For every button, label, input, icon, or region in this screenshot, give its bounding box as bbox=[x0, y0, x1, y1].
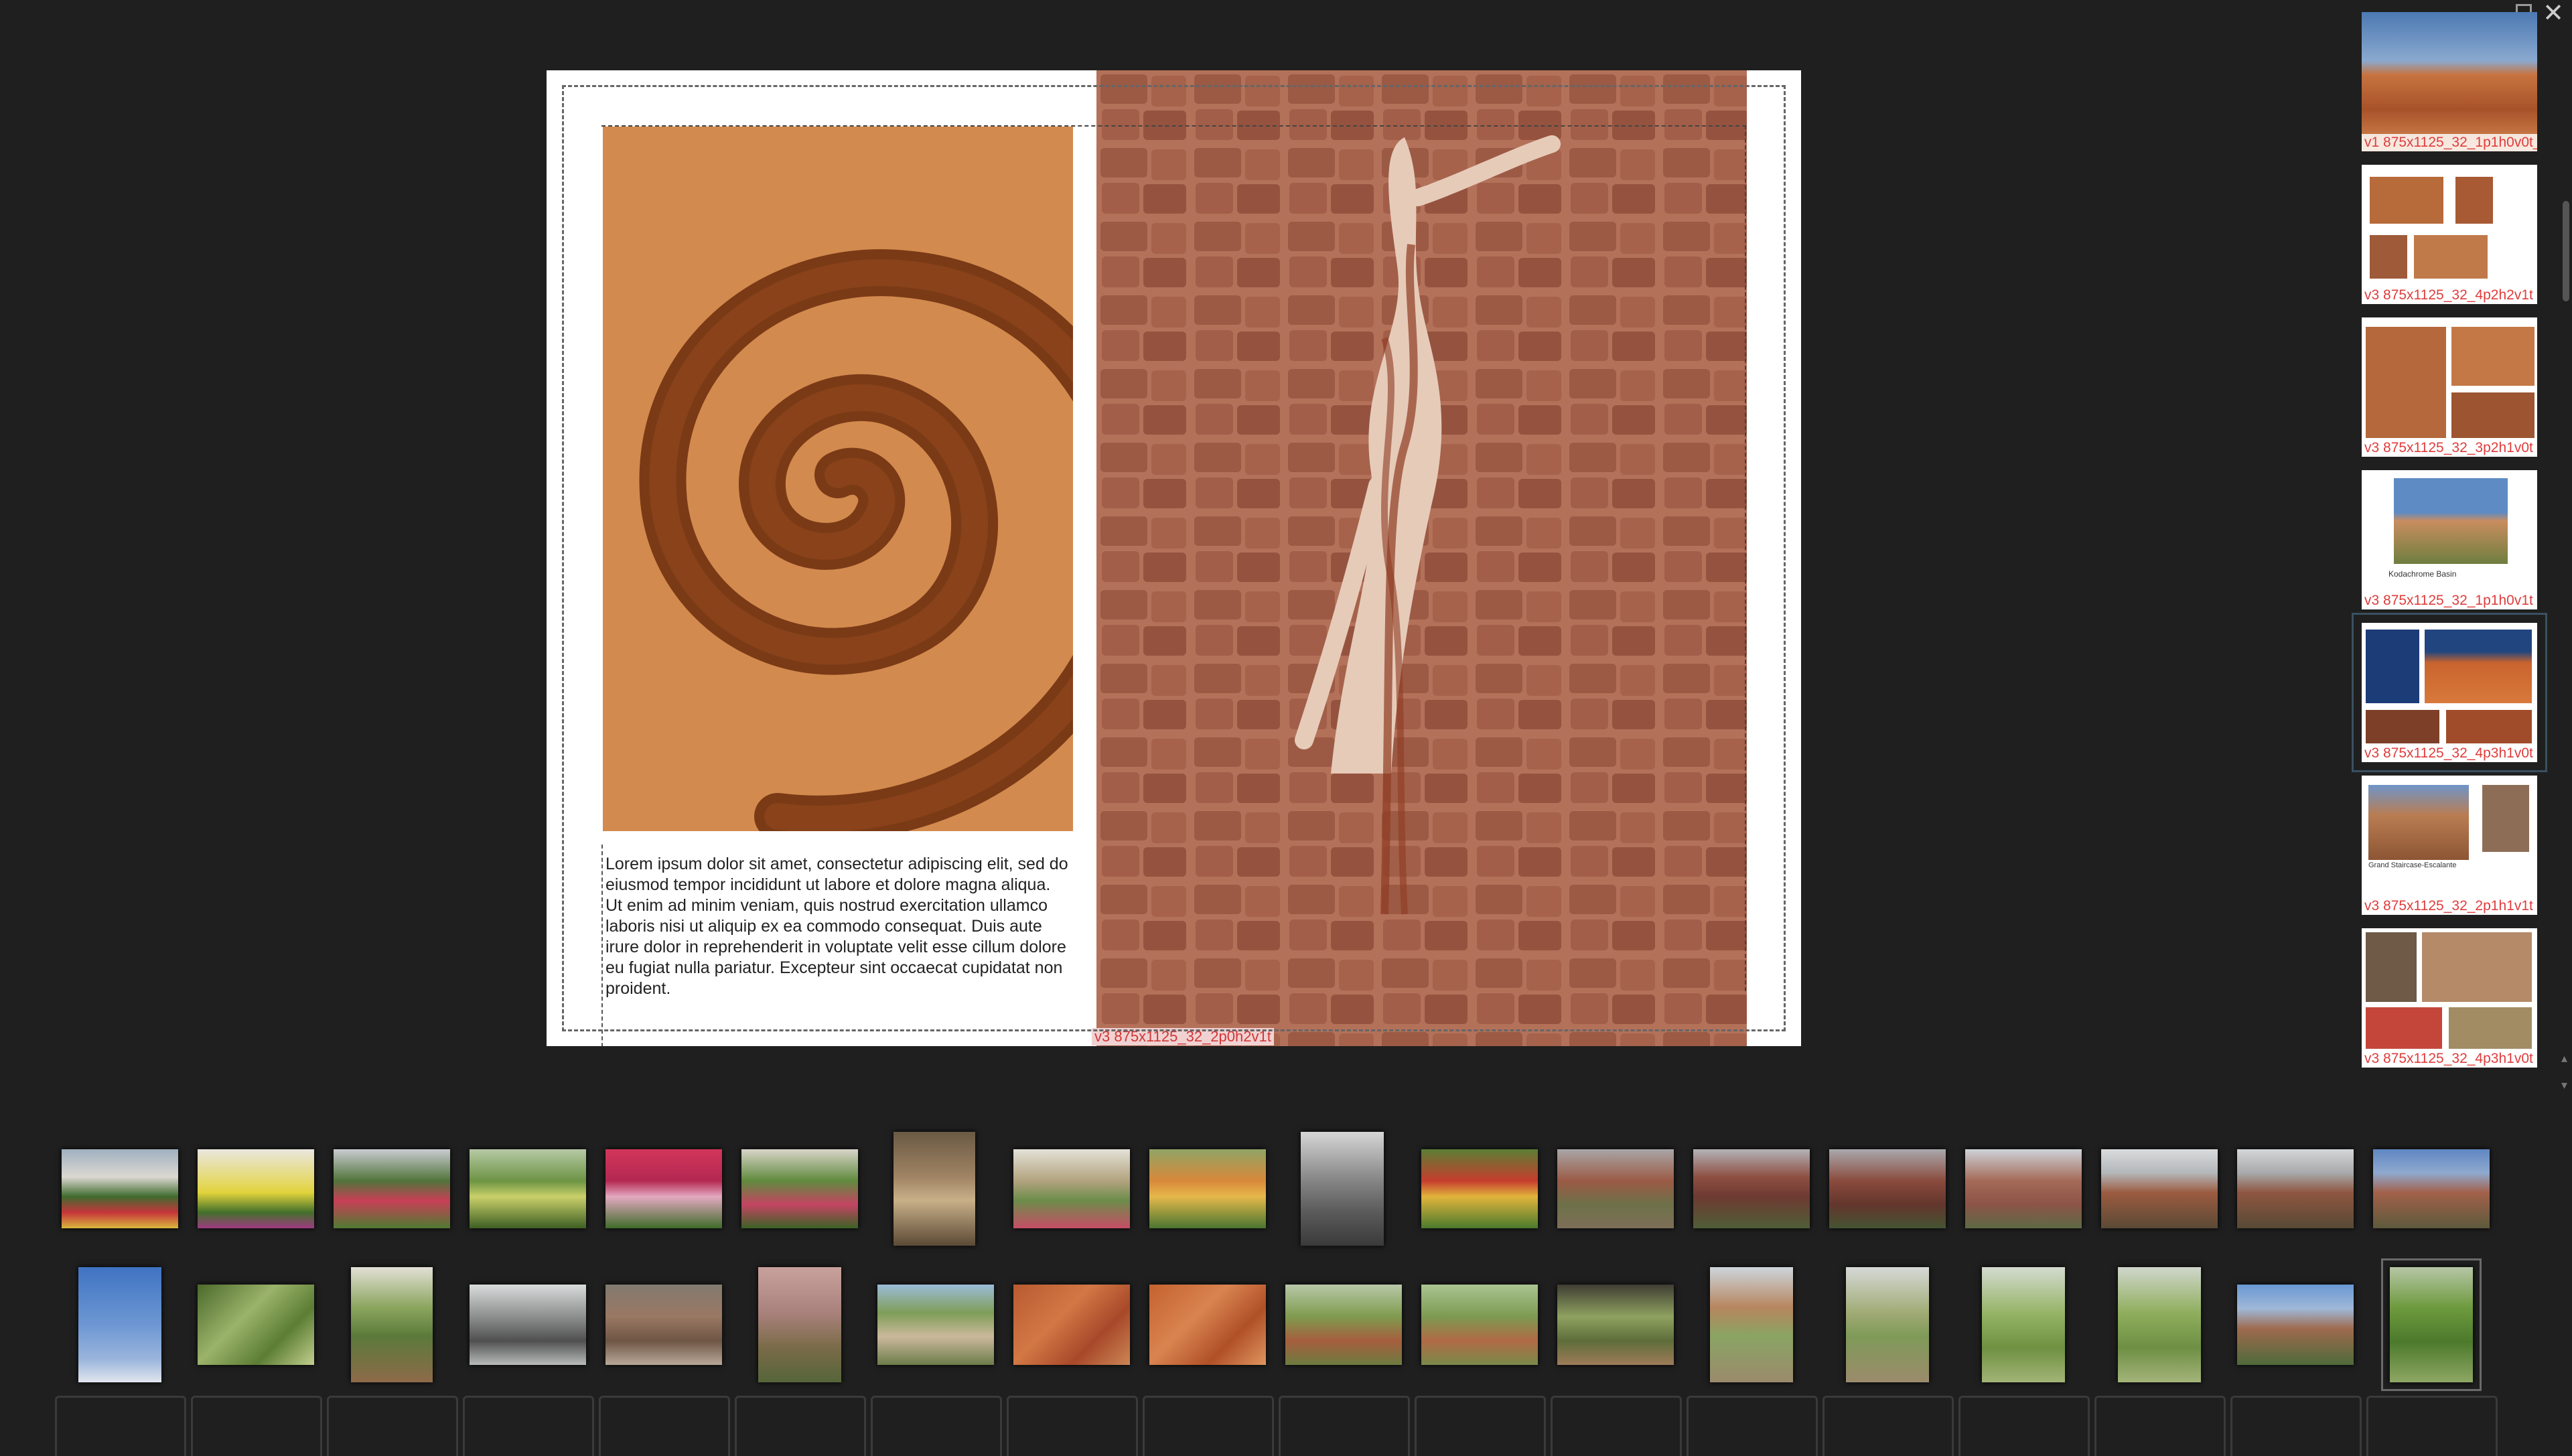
photo-thumb[interactable] bbox=[2373, 1149, 2490, 1228]
photo-thumb[interactable] bbox=[470, 1149, 586, 1228]
photo-thumb[interactable] bbox=[605, 1149, 722, 1228]
empty-cell bbox=[327, 1396, 458, 1456]
page-thumb-selected[interactable]: v3 875x1125_32_4p3h1v0t bbox=[2352, 613, 2547, 772]
page-thumb-label: v3 875x1125_32_1p1h0v1t bbox=[2362, 592, 2537, 609]
empty-cell bbox=[1551, 1396, 1682, 1456]
page-thumb[interactable]: v3 875x1125_32_4p3h1v0t bbox=[2362, 928, 2537, 1068]
empty-cell bbox=[735, 1396, 866, 1456]
photo-thumb[interactable] bbox=[1421, 1149, 1538, 1228]
photo-thumb[interactable] bbox=[2237, 1149, 2354, 1228]
page-thumb-caption: Grand Staircase-Escalante bbox=[2368, 861, 2457, 869]
text-frame[interactable]: Lorem ipsum dolor sit amet, consectetur … bbox=[601, 845, 1078, 1046]
photo-thumb[interactable] bbox=[1829, 1149, 1946, 1228]
page-thumb[interactable]: v3 875x1125_32_3p2h1v0t bbox=[2362, 317, 2537, 457]
empty-cell bbox=[2366, 1396, 2498, 1456]
empty-cell bbox=[599, 1396, 730, 1456]
photo-thumb[interactable] bbox=[198, 1285, 314, 1365]
photo-thumb[interactable] bbox=[198, 1149, 314, 1228]
photo-thumb[interactable] bbox=[877, 1285, 994, 1365]
page-thumb-label: v3 875x1125_32_3p2h1v0t bbox=[2362, 439, 2537, 457]
empty-cell bbox=[1279, 1396, 1410, 1456]
empty-cell bbox=[463, 1396, 594, 1456]
photo-thumb[interactable] bbox=[1557, 1285, 1674, 1365]
photo-thumb[interactable] bbox=[741, 1149, 858, 1228]
empty-cell bbox=[2094, 1396, 2226, 1456]
scroll-up-icon[interactable]: ▴ bbox=[2561, 1051, 2567, 1066]
page-thumb-label: v3 875x1125_32_4p3h1v0t bbox=[2362, 1050, 2537, 1068]
empty-cell bbox=[1687, 1396, 1818, 1456]
page-thumb[interactable]: Grand Staircase-Escalante v3 875x1125_32… bbox=[2362, 776, 2537, 915]
page-thumb[interactable]: v1 875x1125_32_1p1h0v0t_fb bbox=[2362, 12, 2537, 151]
photo-thumb[interactable] bbox=[62, 1149, 178, 1228]
empty-cell bbox=[871, 1396, 1002, 1456]
strip-scrollbar[interactable] bbox=[2563, 201, 2569, 301]
photo-thumb[interactable] bbox=[1693, 1149, 1810, 1228]
empty-cell bbox=[191, 1396, 322, 1456]
page-thumb-label: v1 875x1125_32_1p1h0v0t_fb bbox=[2362, 134, 2537, 151]
photo-thumb[interactable] bbox=[1301, 1132, 1384, 1246]
photo-thumb[interactable] bbox=[1965, 1149, 2082, 1228]
photo-thumb[interactable] bbox=[1149, 1285, 1266, 1365]
close-icon[interactable]: ✕ bbox=[2540, 0, 2567, 27]
page-thumb-label: v3 875x1125_32_4p2h2v1t bbox=[2362, 287, 2537, 304]
page-thumb-caption: Kodachrome Basin bbox=[2388, 569, 2457, 579]
photo-thumb-selected[interactable] bbox=[2381, 1258, 2482, 1391]
photo-thumb[interactable] bbox=[2118, 1267, 2201, 1382]
photo-thumb[interactable] bbox=[605, 1285, 722, 1365]
photo-thumb[interactable] bbox=[351, 1267, 433, 1382]
empty-cell bbox=[1415, 1396, 1546, 1456]
photo-thumb[interactable] bbox=[334, 1149, 450, 1228]
page-thumb-label: v3 875x1125_32_2p1h1v1t bbox=[2362, 897, 2537, 915]
empty-cell bbox=[55, 1396, 186, 1456]
page-thumbnail-strip[interactable]: v1 875x1125_32_1p1h0v0t_fb v3 875x1125_3… bbox=[2352, 8, 2547, 1073]
page-thumb[interactable]: Kodachrome Basin v3 875x1125_32_1p1h0v1t bbox=[2362, 470, 2537, 609]
photo-thumb[interactable] bbox=[758, 1267, 841, 1382]
photo-thumb[interactable] bbox=[1421, 1285, 1538, 1365]
empty-cell bbox=[1823, 1396, 1954, 1456]
photo-thumb[interactable] bbox=[1710, 1267, 1793, 1382]
empty-cell bbox=[2230, 1396, 2362, 1456]
spiral-photo[interactable] bbox=[603, 127, 1073, 831]
scroll-down-icon[interactable]: ▾ bbox=[2561, 1078, 2567, 1092]
empty-cell bbox=[1143, 1396, 1274, 1456]
photo-thumb[interactable] bbox=[470, 1285, 586, 1365]
page-thumb[interactable]: v3 875x1125_32_4p2h2v1t bbox=[2362, 165, 2537, 304]
sculpture-photo[interactable] bbox=[1096, 70, 1747, 1046]
photo-thumb[interactable] bbox=[894, 1132, 975, 1246]
photo-thumb[interactable] bbox=[1285, 1285, 1402, 1365]
photo-thumb[interactable] bbox=[1982, 1267, 2065, 1382]
photo-thumb[interactable] bbox=[78, 1267, 161, 1382]
page-template-label: v3 875x1125_32_2p0h2v1t bbox=[1092, 1028, 1274, 1045]
photo-thumb[interactable] bbox=[1846, 1267, 1929, 1382]
photo-thumb[interactable] bbox=[1557, 1149, 1674, 1228]
photo-thumb[interactable] bbox=[1149, 1149, 1266, 1228]
empty-cell bbox=[1007, 1396, 1138, 1456]
layout-page[interactable]: Lorem ipsum dolor sit amet, consectetur … bbox=[547, 70, 1801, 1046]
photo-thumb[interactable] bbox=[2237, 1285, 2354, 1365]
photo-thumb[interactable] bbox=[1013, 1149, 1130, 1228]
page-thumb-label: v3 875x1125_32_4p3h1v0t bbox=[2362, 745, 2537, 762]
photo-thumb[interactable] bbox=[2101, 1149, 2218, 1228]
empty-cell bbox=[1958, 1396, 2090, 1456]
photo-thumb[interactable] bbox=[1013, 1285, 1130, 1365]
